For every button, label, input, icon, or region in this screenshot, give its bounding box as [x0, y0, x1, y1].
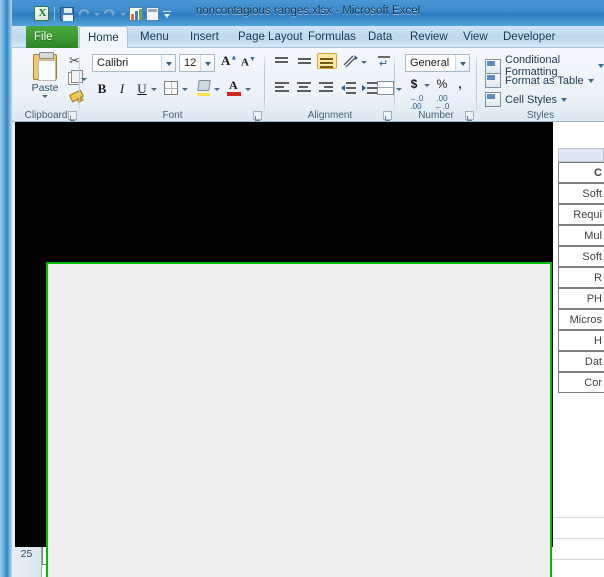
cell-partial-1[interactable]: Soft — [558, 183, 604, 204]
cell-styles-button[interactable]: Cell Styles — [485, 92, 567, 107]
grow-font-label: A — [221, 53, 231, 68]
paste-button[interactable]: Paste — [24, 52, 66, 106]
align-left-icon[interactable] — [273, 81, 291, 95]
ribbon-group-clipboard: Paste Clipboard — [12, 48, 87, 122]
cell-partial-9[interactable]: Dat — [558, 351, 604, 372]
paste-dropdown-icon[interactable] — [42, 95, 48, 98]
ribbon-group-alignment: Alignment — [265, 48, 402, 122]
cell-partial-4[interactable]: Soft — [558, 246, 604, 267]
cell-partial-10[interactable]: Cor — [558, 372, 604, 393]
increase-indent-icon[interactable] — [362, 81, 378, 95]
ribbon-tab-strip: File Home Menu Insert Page Layout Formul… — [12, 26, 604, 49]
ribbon: Paste Clipboard Calibri 12 — [12, 48, 604, 122]
format-as-table-label: Format as Table — [505, 74, 584, 87]
bold-button[interactable]: B — [93, 80, 111, 98]
font-color-button[interactable] — [227, 78, 241, 96]
fill-color-button[interactable] — [196, 80, 211, 96]
underline-button[interactable]: U — [133, 80, 151, 98]
number-format-select[interactable]: General — [405, 54, 470, 72]
borders-icon — [164, 81, 178, 95]
font-dialog-launcher[interactable] — [253, 111, 262, 121]
shrink-font-icon[interactable]: A▼ — [241, 55, 256, 69]
format-as-table-icon — [485, 73, 501, 88]
fill-color-dropdown-icon[interactable] — [214, 88, 220, 91]
font-color-icon — [227, 78, 241, 96]
font-group-label: Font — [162, 110, 183, 121]
merge-center-icon — [377, 81, 394, 95]
orientation-dropdown-icon[interactable] — [361, 61, 367, 64]
increase-decimal-icon[interactable]: →.0.00 — [406, 95, 426, 111]
ribbon-group-number: General $ % , →.0.00 .00 ←.0 Number — [395, 48, 477, 122]
window-left-edge — [0, 0, 12, 577]
excel-window: noncontagious ranges.xlsx - Microsoft Ex… — [0, 0, 604, 577]
font-size-dropdown-icon[interactable] — [200, 55, 214, 71]
alignment-group-label: Alignment — [307, 110, 353, 121]
tab-home[interactable]: Home — [79, 26, 128, 49]
cell-partial-8[interactable]: H — [558, 330, 604, 351]
tab-data[interactable]: Data — [360, 26, 400, 48]
tab-menu[interactable]: Menu — [132, 26, 177, 48]
font-size-input[interactable]: 12 — [179, 54, 215, 72]
window-title: noncontagious ranges.xlsx - Microsoft Ex… — [195, 5, 421, 17]
font-family-input[interactable]: Calibri — [92, 54, 176, 72]
conditional-formatting-dropdown-icon[interactable] — [598, 64, 604, 68]
paste-label: Paste — [31, 82, 59, 94]
cell-partial-7[interactable]: Micros — [558, 309, 604, 330]
ribbon-group-font: Calibri 12 A▲ A▼ B I U Font — [80, 48, 265, 122]
grow-font-icon[interactable]: A▲ — [221, 53, 237, 69]
alignment-dialog-launcher[interactable] — [383, 111, 392, 121]
format-as-table-dropdown-icon[interactable] — [587, 78, 594, 83]
decrease-decimal-icon[interactable]: .00 ←.0 — [432, 95, 452, 111]
merge-center-button[interactable] — [377, 81, 394, 95]
borders-dropdown-icon[interactable] — [182, 88, 188, 91]
title-bar: noncontagious ranges.xlsx - Microsoft Ex… — [12, 0, 604, 26]
percent-format-icon[interactable]: % — [435, 77, 449, 91]
borders-button[interactable] — [164, 81, 178, 95]
styles-group-label: Styles — [526, 110, 555, 121]
tab-formulas[interactable]: Formulas — [300, 26, 364, 48]
top-align-icon[interactable] — [273, 55, 291, 69]
italic-button[interactable]: I — [113, 80, 131, 98]
wrap-text-icon — [377, 54, 395, 70]
wrap-text-button[interactable] — [377, 54, 395, 70]
cell-partial-2[interactable]: Requi — [558, 204, 604, 225]
cell-partial-0[interactable]: C — [558, 162, 604, 183]
accounting-format-icon[interactable]: $ — [407, 77, 421, 91]
font-family-dropdown-icon[interactable] — [161, 55, 175, 71]
comma-format-icon[interactable]: , — [455, 77, 465, 91]
tab-developer[interactable]: Developer — [495, 26, 563, 48]
cell-styles-icon — [485, 92, 501, 107]
cell-partial-3[interactable]: Mul — [558, 225, 604, 246]
align-right-icon[interactable] — [317, 81, 335, 95]
paste-icon — [33, 52, 57, 81]
font-color-dropdown-icon[interactable] — [245, 88, 251, 91]
screen-capture-dim-overlay[interactable] — [15, 122, 553, 577]
tab-insert[interactable]: Insert — [182, 26, 227, 48]
ribbon-group-styles: Conditional Formatting Format as Table C… — [477, 48, 604, 122]
bottom-align-icon[interactable] — [317, 53, 337, 69]
clipboard-dialog-launcher[interactable] — [68, 111, 77, 121]
tab-page-layout[interactable]: Page Layout — [230, 26, 311, 48]
tab-file[interactable]: File — [26, 26, 78, 48]
tab-view[interactable]: View — [455, 26, 496, 48]
conditional-formatting-icon — [485, 58, 501, 74]
decrease-indent-icon[interactable] — [341, 81, 357, 95]
number-dialog-launcher[interactable] — [465, 111, 474, 121]
fill-color-icon — [196, 80, 211, 96]
shrink-font-label: A — [241, 56, 249, 69]
cell-styles-label: Cell Styles — [505, 93, 557, 106]
number-format-dropdown-icon[interactable] — [455, 55, 469, 71]
center-icon[interactable] — [295, 81, 313, 95]
column-header-partial — [558, 148, 604, 162]
orientation-icon[interactable] — [343, 54, 360, 69]
cell-partial-5[interactable]: R — [558, 267, 604, 288]
cell-styles-dropdown-icon[interactable] — [560, 97, 567, 102]
cell-partial-6[interactable]: PH — [558, 288, 604, 309]
accounting-dropdown-icon[interactable] — [424, 84, 430, 87]
format-as-table-button[interactable]: Format as Table — [485, 73, 594, 88]
screen-capture-selection-region[interactable] — [46, 262, 552, 577]
middle-align-icon[interactable] — [296, 55, 314, 69]
underline-dropdown-icon[interactable] — [151, 88, 157, 91]
tab-review[interactable]: Review — [402, 26, 456, 48]
